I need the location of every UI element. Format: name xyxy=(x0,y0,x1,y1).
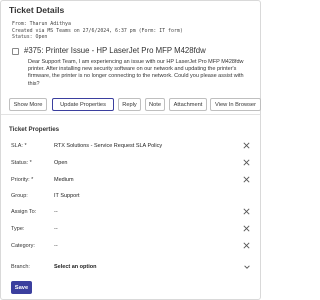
branch-field[interactable]: Branch: Select an option xyxy=(11,261,251,275)
status-label: Status: * xyxy=(11,160,32,166)
save-button[interactable]: Save xyxy=(11,281,32,294)
meta-from: From: Tharun Adithya xyxy=(12,21,71,27)
page-title: Ticket Details xyxy=(9,5,65,15)
meta-created: Created via MS Teams on 27/6/2024, 6:37 … xyxy=(12,27,183,34)
branch-label: Branch: xyxy=(11,264,30,270)
ticket-meta: From: Tharun Adithya Created via MS Team… xyxy=(12,21,183,41)
ticket-details-panel: Ticket Details From: Tharun Adithya Crea… xyxy=(0,0,261,300)
attachment-button[interactable]: Attachment xyxy=(169,98,207,111)
show-more-button[interactable]: Show More xyxy=(9,98,47,111)
sla-value[interactable]: RTX Solutions - Service Request SLA Poli… xyxy=(54,143,162,149)
branch-chevron-down-icon[interactable] xyxy=(243,263,251,271)
update-properties-button[interactable]: Update Properties xyxy=(52,98,114,111)
clear-type-close-icon[interactable] xyxy=(242,224,251,233)
sla-label: SLA: * xyxy=(11,143,27,149)
sla-field[interactable]: SLA: * RTX Solutions - Service Request S… xyxy=(11,140,251,154)
clear-category-close-icon[interactable] xyxy=(242,241,251,250)
assign-to-field[interactable]: Assign To: -- xyxy=(11,206,251,220)
ticket-select-checkbox[interactable] xyxy=(12,48,19,55)
branch-select[interactable]: Select an option xyxy=(54,264,96,270)
ticket-description: Dear Support Team, I am experiencing an … xyxy=(28,59,244,87)
category-label: Category: xyxy=(11,243,35,249)
priority-label: Priority: * xyxy=(11,177,34,183)
type-value[interactable]: -- xyxy=(54,226,58,232)
category-field[interactable]: Category: -- xyxy=(11,240,251,254)
status-value[interactable]: Open xyxy=(54,160,67,166)
status-field[interactable]: Status: * Open xyxy=(11,157,251,171)
priority-field[interactable]: Priority: * Medium xyxy=(11,174,251,188)
priority-value[interactable]: Medium xyxy=(54,177,74,183)
category-value[interactable]: -- xyxy=(54,243,58,249)
ticket-subject: #375: Printer Issue - HP LaserJet Pro MF… xyxy=(24,46,206,55)
reply-button[interactable]: Reply xyxy=(118,98,141,111)
ticket-summary-card: Ticket Details From: Tharun Adithya Crea… xyxy=(1,1,261,115)
clear-status-close-icon[interactable] xyxy=(242,158,251,167)
type-field[interactable]: Type: -- xyxy=(11,223,251,237)
assign-to-value[interactable]: -- xyxy=(54,209,58,215)
group-label: Group: xyxy=(11,193,28,199)
group-field: Group: IT Support xyxy=(11,190,251,204)
ticket-subject-row: #375: Printer Issue - HP LaserJet Pro MF… xyxy=(12,45,254,59)
view-in-browser-button[interactable]: View In Browser xyxy=(210,98,261,111)
group-value: IT Support xyxy=(54,193,80,199)
ticket-properties-heading: Ticket Properties xyxy=(9,126,60,133)
meta-status: Status: Open xyxy=(12,34,48,41)
type-label: Type: xyxy=(11,226,25,232)
clear-sla-close-icon[interactable] xyxy=(242,141,251,150)
clear-priority-close-icon[interactable] xyxy=(242,175,251,184)
note-button[interactable]: Note xyxy=(145,98,165,111)
assign-to-label: Assign To: xyxy=(11,209,37,215)
clear-assign-to-close-icon[interactable] xyxy=(242,207,251,216)
